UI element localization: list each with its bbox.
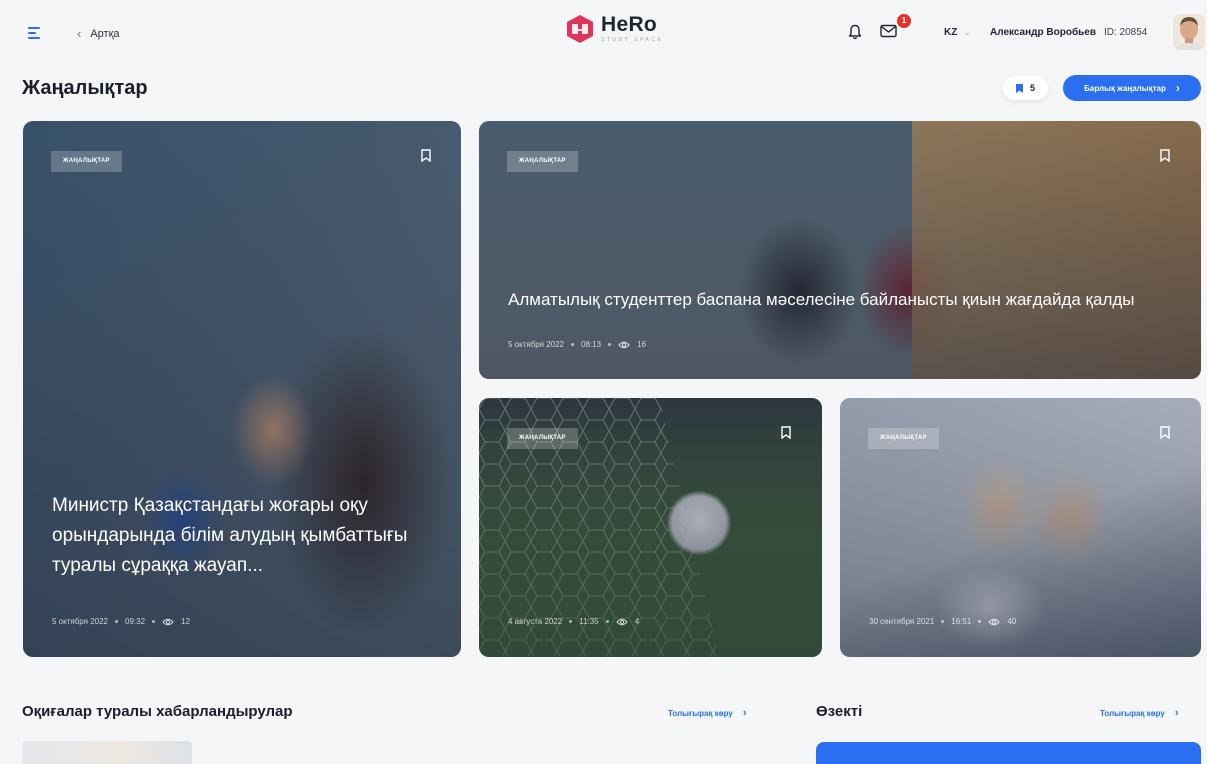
mail-icon[interactable]	[880, 24, 898, 38]
news-card[interactable]: ЖАҢАЛЫҚТАР 4 августа 2022 11:35 4	[479, 398, 822, 657]
separator-dot	[941, 620, 945, 623]
chevron-left-icon: ‹	[77, 26, 82, 41]
card-title: Алматылық студенттер баспана мәселесіне …	[508, 290, 1135, 309]
card-tag: ЖАҢАЛЫҚТАР	[507, 428, 578, 449]
more-label: Толығырақ көру	[668, 708, 733, 718]
logo-mark-icon	[567, 15, 593, 43]
top-header: ‹ Артқа HeRo STUDY SPACE 1 KZ ⌄ Александ…	[0, 0, 1207, 68]
back-button[interactable]: ‹ Артқа	[77, 26, 120, 41]
card-date: 4 августа 2022	[508, 617, 563, 626]
eye-icon	[162, 618, 174, 625]
chevron-right-icon: ›	[1175, 81, 1180, 95]
page-title: Жаңалықтар	[22, 77, 148, 99]
card-views: 12	[181, 617, 190, 626]
card-time: 16:51	[951, 617, 972, 626]
separator-dot	[571, 343, 574, 346]
logo[interactable]: HeRo STUDY SPACE	[563, 12, 663, 46]
user-id: ID: 20854	[1104, 27, 1148, 38]
card-tag: ЖАҢАЛЫҚТАР	[507, 151, 578, 172]
back-label: Артқа	[90, 27, 120, 40]
card-meta: 5 октября 2022 08:13 16	[508, 340, 646, 349]
bell-icon[interactable]	[848, 24, 862, 40]
more-label: Толығырақ көру	[1100, 708, 1165, 718]
bookmark-icon[interactable]	[1160, 149, 1170, 162]
hot-more-link[interactable]: Толығырақ көру ›	[1100, 707, 1179, 719]
avatar[interactable]	[1173, 14, 1205, 50]
separator-dot	[152, 620, 156, 623]
language-label: KZ	[944, 27, 958, 38]
logo-subtitle: STUDY SPACE	[601, 37, 664, 43]
events-more-link[interactable]: Толығырақ көру ›	[668, 707, 747, 719]
card-title: Министр Қазақстандағы жоғары оқу орындар…	[52, 495, 408, 576]
events-section-title: Оқиғалар туралы хабарландырулар	[22, 703, 293, 720]
logo-title: HeRo	[601, 13, 658, 36]
news-card[interactable]: ЖАҢАЛЫҚТАР 30 сентября 2021 16:51 40	[840, 398, 1201, 657]
separator-dot	[978, 620, 982, 623]
separator-dot	[569, 620, 573, 623]
card-tag: ЖАҢАЛЫҚТАР	[51, 151, 122, 172]
chevron-right-icon: ›	[742, 707, 747, 719]
card-date: 5 октября 2022	[508, 340, 564, 349]
news-card[interactable]: ЖАҢАЛЫҚТАР Алматылық студенттер баспана …	[479, 121, 1201, 379]
card-views: 40	[1007, 617, 1017, 626]
chevron-down-icon: ⌄	[963, 27, 971, 37]
card-time: 08:13	[581, 340, 602, 349]
card-views: 4	[634, 617, 640, 626]
menu-icon[interactable]	[28, 27, 42, 39]
separator-dot	[608, 343, 612, 346]
separator-dot	[115, 620, 118, 623]
bookmark-icon[interactable]	[421, 149, 431, 162]
card-date: 5 октября 2022	[52, 617, 108, 626]
eye-icon	[988, 618, 1000, 625]
card-time: 09:32	[125, 617, 146, 626]
card-meta: 30 сентября 2021 16:51 40	[869, 617, 1016, 626]
avatar-image	[1173, 14, 1205, 50]
event-card-thumbnail[interactable]	[22, 741, 192, 764]
card-meta: 5 октября 2022 09:32 12	[52, 617, 190, 626]
news-card[interactable]: ЖАҢАЛЫҚТАР Министр Қазақстандағы жоғары …	[23, 121, 461, 657]
eye-icon	[616, 618, 628, 625]
card-tag: ЖАҢАЛЫҚТАР	[868, 428, 939, 449]
eye-icon	[618, 341, 630, 348]
bookmarks-button[interactable]: 5	[1003, 76, 1048, 100]
mail-badge: 1	[897, 14, 911, 28]
chevron-right-icon: ›	[1174, 707, 1179, 719]
card-views: 16	[637, 340, 646, 349]
separator-dot	[605, 620, 609, 623]
hot-card[interactable]	[816, 742, 1201, 764]
all-news-label: Барлық жаңалықтар	[1084, 83, 1166, 93]
card-time: 11:35	[579, 617, 599, 626]
bookmark-icon	[1015, 83, 1023, 93]
hot-section-title: Өзекті	[816, 703, 863, 720]
card-date: 30 сентября 2021	[869, 617, 935, 626]
all-news-button[interactable]: Барлық жаңалықтар ›	[1063, 75, 1201, 101]
language-select[interactable]: KZ ⌄	[944, 27, 971, 38]
bookmark-count: 5	[1029, 83, 1035, 93]
bookmark-icon[interactable]	[781, 426, 791, 439]
bookmark-icon[interactable]	[1160, 426, 1170, 439]
card-meta: 4 августа 2022 11:35 4	[508, 617, 639, 626]
user-name[interactable]: Александр Воробьев	[990, 27, 1096, 38]
